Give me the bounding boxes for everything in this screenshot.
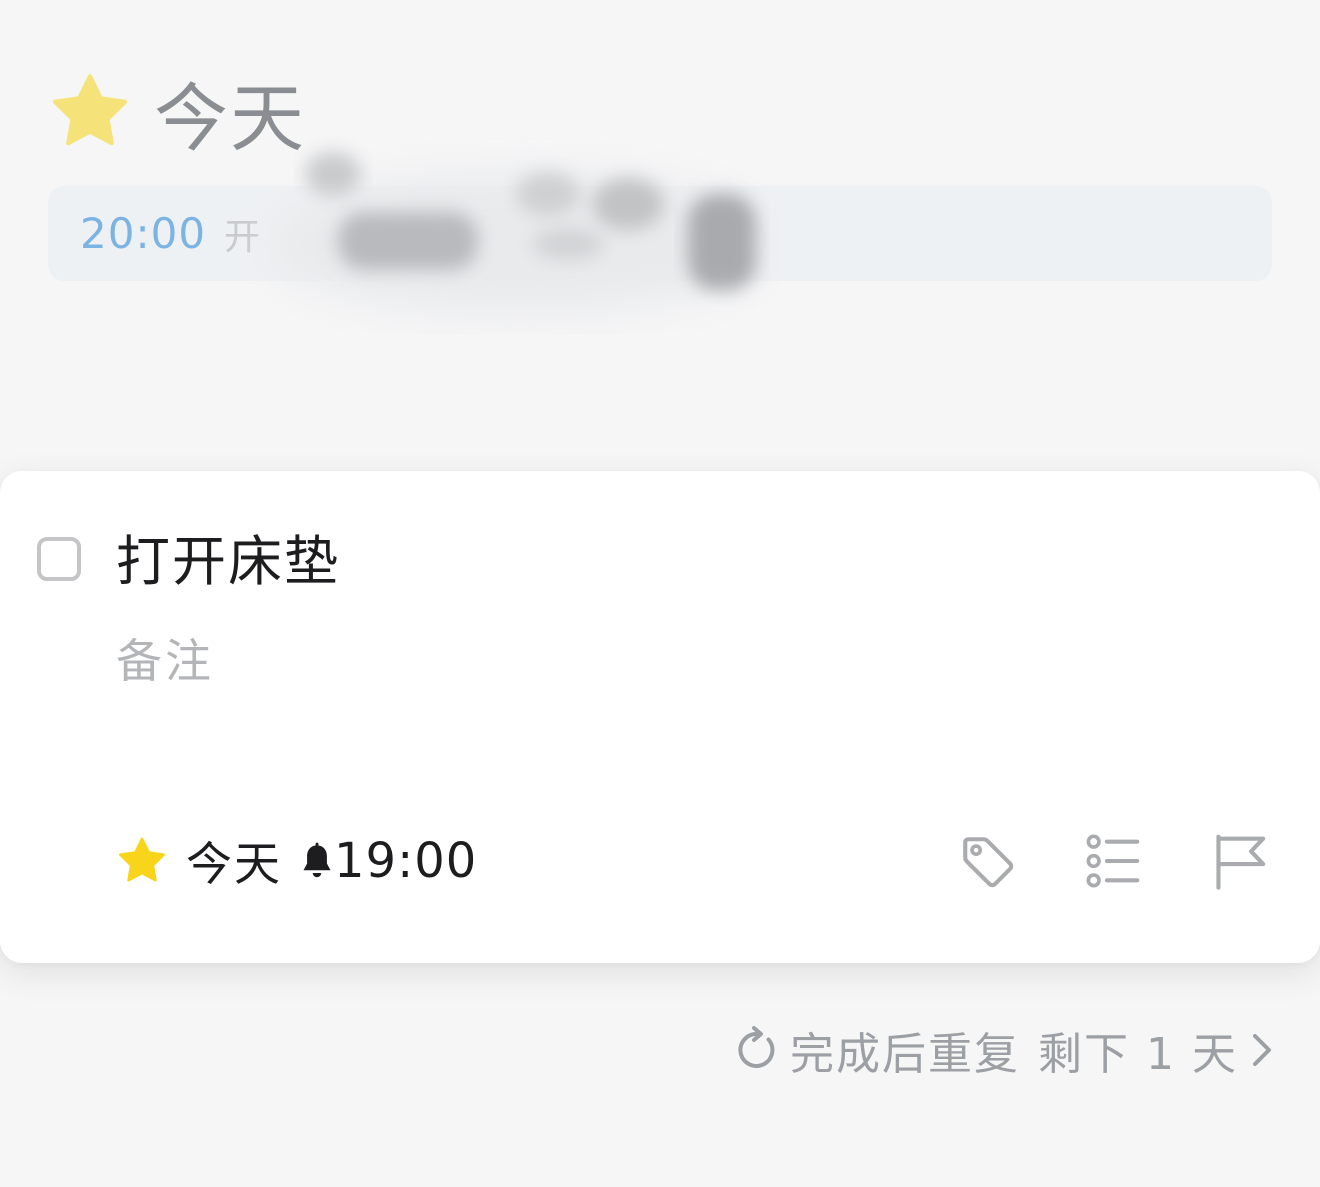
notes-field[interactable]: 备注: [116, 631, 214, 691]
chevron-right-icon: [1253, 1034, 1271, 1066]
background-task-time: 20:00: [80, 209, 207, 258]
repeat-label: 完成后重复: [790, 1029, 1021, 1080]
task-title[interactable]: 打开床垫: [116, 527, 340, 597]
task-card: 打开床垫 备注 今天 19:00: [0, 471, 1320, 963]
background-task-text: 开: [224, 216, 261, 258]
reminder-time: 19:00: [334, 833, 478, 889]
tag-icon[interactable]: [958, 832, 1016, 890]
flag-icon[interactable]: [1210, 832, 1268, 890]
redaction-smudge: [268, 152, 768, 314]
complete-checkbox[interactable]: [37, 537, 81, 581]
checklist-icon[interactable]: [1084, 832, 1142, 890]
star-icon: [52, 74, 128, 146]
repeat-icon: [738, 1026, 775, 1068]
bell-icon: [303, 842, 331, 878]
star-icon: [119, 837, 165, 882]
list-header: 今天: [48, 62, 306, 162]
repeat-remaining: 剩下 1 天: [1038, 1029, 1238, 1080]
background-task-row[interactable]: 20:00 开: [48, 152, 1272, 314]
repeat-settings-button[interactable]: 完成后重复 剩下 1 天: [732, 1018, 1276, 1082]
when-reminder-button[interactable]: 今天 19:00: [116, 831, 477, 891]
list-title: 今天: [154, 75, 306, 162]
when-label: 今天: [186, 837, 282, 891]
